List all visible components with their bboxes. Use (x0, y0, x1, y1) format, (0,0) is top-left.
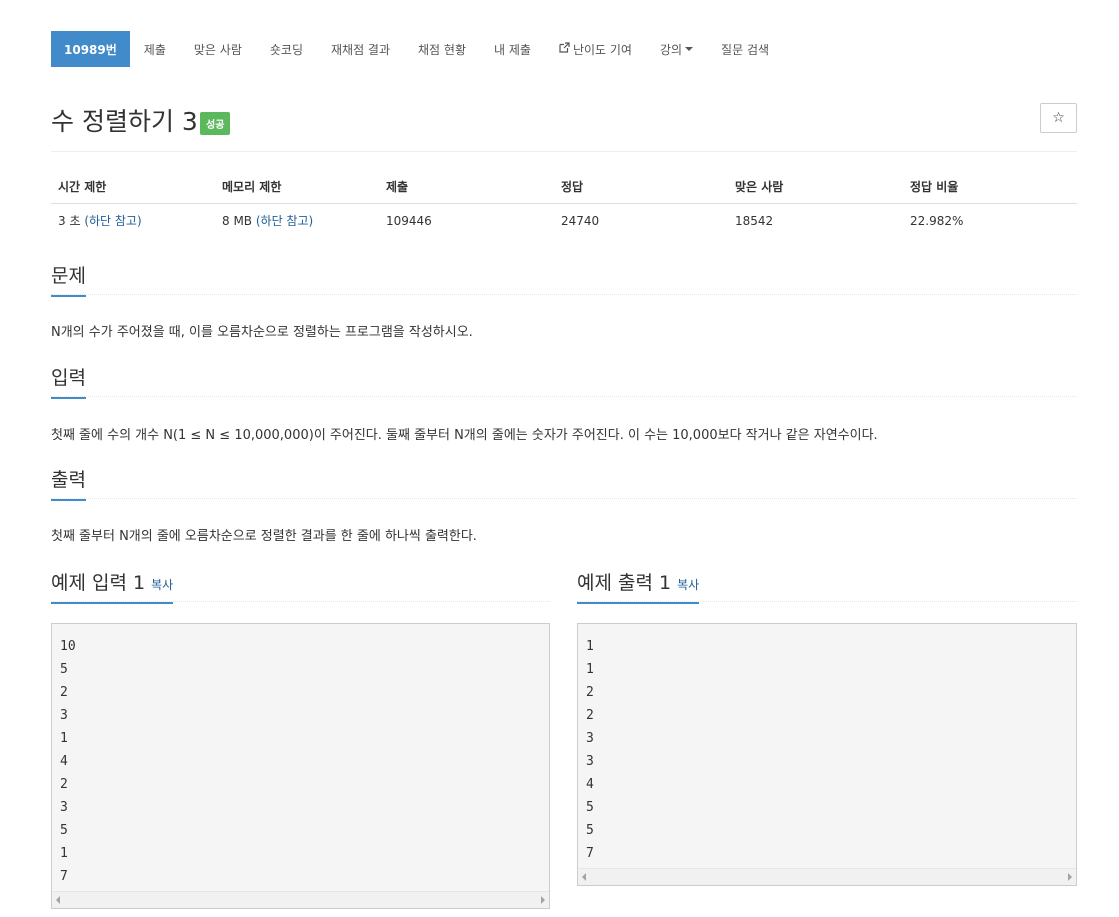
header-submissions: 제출 (379, 170, 554, 204)
tab-problem[interactable]: 10989번 (51, 31, 130, 67)
input-description: 첫째 줄에 수의 개수 N(1 ≤ N ≤ 10,000,000)이 주어진다.… (51, 428, 878, 443)
status-badge: 성공 (200, 112, 231, 135)
sample-input-text: 10 5 2 3 1 4 2 3 5 1 7 (60, 639, 76, 884)
header-time-limit: 시간 제한 (51, 170, 215, 204)
time-limit-value: 3 초 (58, 214, 85, 228)
tab-submit[interactable]: 제출 (130, 31, 180, 67)
table-header-row: 시간 제한 메모리 제한 제출 정답 맞은 사람 정답 비율 (51, 170, 1077, 204)
tab-status[interactable]: 채점 현황 (404, 31, 480, 67)
title-row: 수 정렬하기 3 성공 ☆ (51, 100, 1077, 152)
output-section-header: 출력 (51, 459, 1077, 501)
sample-output-label: 예제 출력 1 (577, 572, 672, 594)
scroll-right-icon[interactable] (1068, 873, 1072, 881)
difficulty-label: 난이도 기여 (572, 42, 632, 57)
sample-output-scrollbar[interactable] (578, 868, 1076, 885)
tab-question-search[interactable]: 질문 검색 (707, 31, 783, 67)
star-icon: ☆ (1052, 110, 1065, 126)
problem-info-table: 시간 제한 메모리 제한 제출 정답 맞은 사람 정답 비율 3 초 (하단 참… (51, 170, 1077, 237)
scroll-left-icon[interactable] (56, 896, 60, 904)
memory-note-link[interactable]: (하단 참고) (256, 214, 313, 228)
sample-input-title: 예제 입력 1 복사 (51, 568, 174, 604)
tab-rejudge[interactable]: 재채점 결과 (317, 31, 404, 67)
memory-limit-cell: 8 MB (하단 참고) (215, 204, 379, 238)
memory-limit-value: 8 MB (222, 214, 256, 228)
scroll-right-icon[interactable] (541, 896, 545, 904)
output-section-title: 출력 (51, 465, 86, 501)
accepted-value: 24740 (561, 213, 600, 228)
problem-nav: 10989번 제출 맞은 사람 숏코딩 재채점 결과 채점 현황 내 제출 난이… (51, 31, 783, 67)
caret-down-icon (685, 47, 694, 51)
solvers-value: 18542 (735, 213, 774, 228)
external-link-icon (559, 42, 570, 56)
ratio-value: 22.982% (910, 213, 964, 228)
output-description: 첫째 줄부터 N개의 줄에 오름차순으로 정렬한 결과를 한 줄에 하나씩 출력… (51, 529, 477, 544)
sample-input-box[interactable]: 10 5 2 3 1 4 2 3 5 1 7 (51, 623, 550, 909)
sample-input-header: 예제 입력 1 복사 (51, 562, 550, 604)
time-note-link[interactable]: (하단 참고) (84, 214, 141, 228)
page-title: 수 정렬하기 3 (51, 107, 198, 136)
sample-input-scrollbar[interactable] (52, 891, 549, 908)
sample-input-label: 예제 입력 1 (51, 572, 146, 594)
sample-output-title: 예제 출력 1 복사 (577, 568, 700, 604)
header-ratio: 정답 비율 (903, 170, 1077, 204)
header-accepted: 정답 (554, 170, 728, 204)
header-memory-limit: 메모리 제한 (215, 170, 379, 204)
copy-input-button[interactable]: 복사 (151, 578, 173, 592)
problem-section-header: 문제 (51, 255, 1077, 297)
tab-lecture[interactable]: 강의 (646, 31, 707, 67)
input-section-header: 입력 (51, 357, 1077, 399)
sample-output-header: 예제 출력 1 복사 (577, 562, 1077, 604)
input-section-title: 입력 (51, 363, 86, 399)
header-solvers: 맞은 사람 (728, 170, 903, 204)
submissions-value: 109446 (386, 213, 432, 228)
scroll-left-icon[interactable] (582, 873, 586, 881)
problem-description: N개의 수가 주어졌을 때, 이를 오름차순으로 정렬하는 프로그램을 작성하시… (51, 325, 473, 340)
tab-shortcoding[interactable]: 숏코딩 (256, 31, 317, 67)
tab-solvers[interactable]: 맞은 사람 (180, 31, 256, 67)
time-limit-cell: 3 초 (하단 참고) (51, 204, 215, 238)
sample-output-box[interactable]: 1 1 2 2 3 3 4 5 5 7 (577, 623, 1077, 886)
star-button[interactable]: ☆ (1040, 103, 1077, 133)
problem-section-title: 문제 (51, 261, 86, 297)
lecture-label: 강의 (659, 42, 683, 57)
table-row: 3 초 (하단 참고) 8 MB (하단 참고) 109446 24740 18… (51, 204, 1077, 238)
tab-difficulty[interactable]: 난이도 기여 (545, 31, 646, 67)
copy-output-button[interactable]: 복사 (677, 578, 699, 592)
tab-my-submissions[interactable]: 내 제출 (480, 31, 545, 67)
sample-output-text: 1 1 2 2 3 3 4 5 5 7 (586, 639, 594, 861)
